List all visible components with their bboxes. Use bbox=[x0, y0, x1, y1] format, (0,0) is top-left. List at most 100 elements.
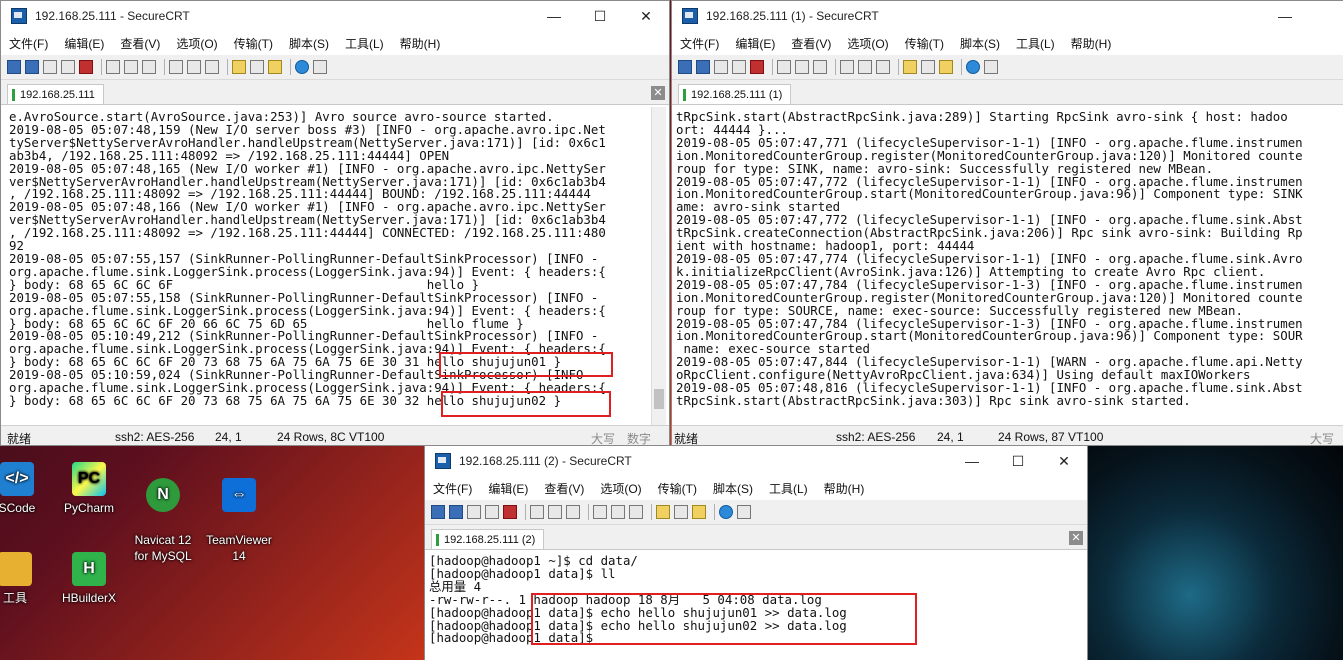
securecrt-window-second[interactable]: 192.168.25.111 (1) - SecureCRT — 文件(F) 编… bbox=[671, 0, 1343, 446]
desktop-icon-hbuilderx[interactable]: H HBuilderX bbox=[54, 552, 124, 606]
title-bar[interactable]: 192.168.25.111 (1) - SecureCRT — bbox=[672, 1, 1343, 31]
print-setup-icon[interactable] bbox=[593, 505, 607, 519]
print-icon[interactable] bbox=[205, 60, 219, 74]
menu-script[interactable]: 脚本(S) bbox=[289, 35, 329, 52]
menu-options[interactable]: 选项(O) bbox=[176, 35, 217, 52]
reconnect-icon[interactable] bbox=[732, 60, 746, 74]
paste-icon[interactable] bbox=[124, 60, 138, 74]
connect-tab-icon[interactable] bbox=[714, 60, 728, 74]
menu-tools[interactable]: 工具(L) bbox=[1016, 35, 1055, 52]
menu-transfer[interactable]: 传输(T) bbox=[905, 35, 944, 52]
log-icon[interactable] bbox=[187, 60, 201, 74]
session-options-icon[interactable] bbox=[903, 60, 917, 74]
print-icon[interactable] bbox=[629, 505, 643, 519]
sftp-icon[interactable] bbox=[313, 60, 327, 74]
log-icon[interactable] bbox=[858, 60, 872, 74]
keymap-icon[interactable] bbox=[268, 60, 282, 74]
title-bar[interactable]: 192.168.25.111 - SecureCRT — ☐ ✕ bbox=[1, 1, 669, 31]
tab-close-icon[interactable]: ✕ bbox=[651, 86, 665, 100]
sftp-icon[interactable] bbox=[984, 60, 998, 74]
sftp-icon[interactable] bbox=[737, 505, 751, 519]
print-icon[interactable] bbox=[876, 60, 890, 74]
print-setup-icon[interactable] bbox=[169, 60, 183, 74]
help-icon[interactable] bbox=[966, 60, 980, 74]
desktop-icon-vscode[interactable]: </> SCode bbox=[0, 462, 52, 516]
vertical-scrollbar[interactable] bbox=[651, 107, 666, 425]
menu-tools[interactable]: 工具(L) bbox=[345, 35, 384, 52]
disconnect-icon[interactable] bbox=[79, 60, 93, 74]
disconnect-icon[interactable] bbox=[503, 505, 517, 519]
menu-help[interactable]: 帮助(H) bbox=[824, 480, 865, 497]
log-icon[interactable] bbox=[611, 505, 625, 519]
reconnect-icon[interactable] bbox=[61, 60, 75, 74]
copy-icon[interactable] bbox=[777, 60, 791, 74]
copy-icon[interactable] bbox=[106, 60, 120, 74]
desktop-icon-teamviewer[interactable]: ⇔ TeamViewer 14 bbox=[204, 462, 274, 580]
minimize-button[interactable]: — bbox=[1262, 1, 1308, 31]
menu-view[interactable]: 查看(V) bbox=[544, 480, 584, 497]
menu-file[interactable]: 文件(F) bbox=[680, 35, 719, 52]
menu-help[interactable]: 帮助(H) bbox=[400, 35, 441, 52]
securecrt-window-main[interactable]: 192.168.25.111 - SecureCRT — ☐ ✕ 文件(F) 编… bbox=[0, 0, 670, 446]
desktop-icon-navicat[interactable]: N Navicat 12 for MySQL bbox=[128, 462, 198, 580]
maximize-button[interactable]: ☐ bbox=[995, 446, 1041, 476]
tab-close-icon[interactable]: ✕ bbox=[1069, 531, 1083, 545]
menu-edit[interactable]: 编辑(E) bbox=[735, 35, 775, 52]
quick-connect-icon[interactable] bbox=[449, 505, 463, 519]
global-options-icon[interactable] bbox=[674, 505, 688, 519]
maximize-button[interactable]: ☐ bbox=[577, 1, 623, 31]
securecrt-window-third[interactable]: 192.168.25.111 (2) - SecureCRT — ☐ ✕ 文件(… bbox=[424, 445, 1088, 660]
paste-icon[interactable] bbox=[795, 60, 809, 74]
help-icon[interactable] bbox=[719, 505, 733, 519]
terminal-output[interactable]: e.AvroSource.start(AvroSource.java:253)]… bbox=[5, 111, 651, 427]
quick-connect-icon[interactable] bbox=[25, 60, 39, 74]
title-bar[interactable]: 192.168.25.111 (2) - SecureCRT — ☐ ✕ bbox=[425, 446, 1087, 476]
session-options-icon[interactable] bbox=[232, 60, 246, 74]
menu-options[interactable]: 选项(O) bbox=[600, 480, 641, 497]
keymap-icon[interactable] bbox=[692, 505, 706, 519]
find-icon[interactable] bbox=[566, 505, 580, 519]
menu-transfer[interactable]: 传输(T) bbox=[234, 35, 273, 52]
connect-tab-icon[interactable] bbox=[43, 60, 57, 74]
scrollbar-thumb[interactable] bbox=[654, 389, 664, 409]
minimize-button[interactable]: — bbox=[949, 446, 995, 476]
menu-file[interactable]: 文件(F) bbox=[433, 480, 472, 497]
copy-icon[interactable] bbox=[530, 505, 544, 519]
session-tab[interactable]: 192.168.25.111 (2) bbox=[431, 529, 545, 549]
menu-file[interactable]: 文件(F) bbox=[9, 35, 48, 52]
connect-tab-icon[interactable] bbox=[467, 505, 481, 519]
menu-view[interactable]: 查看(V) bbox=[791, 35, 831, 52]
find-icon[interactable] bbox=[813, 60, 827, 74]
session-options-icon[interactable] bbox=[656, 505, 670, 519]
terminal-output[interactable]: tRpcSink.start(AbstractRpcSink.java:289)… bbox=[672, 111, 1343, 427]
reconnect-icon[interactable] bbox=[485, 505, 499, 519]
menu-edit[interactable]: 编辑(E) bbox=[488, 480, 528, 497]
paste-icon[interactable] bbox=[548, 505, 562, 519]
help-icon[interactable] bbox=[295, 60, 309, 74]
menu-transfer[interactable]: 传输(T) bbox=[658, 480, 697, 497]
global-options-icon[interactable] bbox=[921, 60, 935, 74]
close-button[interactable]: ✕ bbox=[623, 1, 669, 31]
quick-connect-icon[interactable] bbox=[696, 60, 710, 74]
desktop-icon-pycharm[interactable]: PC PyCharm bbox=[54, 462, 124, 516]
menu-edit[interactable]: 编辑(E) bbox=[64, 35, 104, 52]
find-icon[interactable] bbox=[142, 60, 156, 74]
menu-view[interactable]: 查看(V) bbox=[120, 35, 160, 52]
connect-icon[interactable] bbox=[678, 60, 692, 74]
close-button[interactable]: ✕ bbox=[1041, 446, 1087, 476]
connect-icon[interactable] bbox=[431, 505, 445, 519]
keymap-icon[interactable] bbox=[939, 60, 953, 74]
connect-icon[interactable] bbox=[7, 60, 21, 74]
disconnect-icon[interactable] bbox=[750, 60, 764, 74]
print-setup-icon[interactable] bbox=[840, 60, 854, 74]
menu-script[interactable]: 脚本(S) bbox=[960, 35, 1000, 52]
session-tab[interactable]: 192.168.25.111 bbox=[7, 84, 104, 104]
menu-script[interactable]: 脚本(S) bbox=[713, 480, 753, 497]
session-tab[interactable]: 192.168.25.111 (1) bbox=[678, 84, 792, 104]
global-options-icon[interactable] bbox=[250, 60, 264, 74]
minimize-button[interactable]: — bbox=[531, 1, 577, 31]
menu-tools[interactable]: 工具(L) bbox=[769, 480, 808, 497]
menu-help[interactable]: 帮助(H) bbox=[1071, 35, 1112, 52]
menu-options[interactable]: 选项(O) bbox=[847, 35, 888, 52]
desktop-icon-tools[interactable]: 工具 bbox=[0, 552, 50, 606]
